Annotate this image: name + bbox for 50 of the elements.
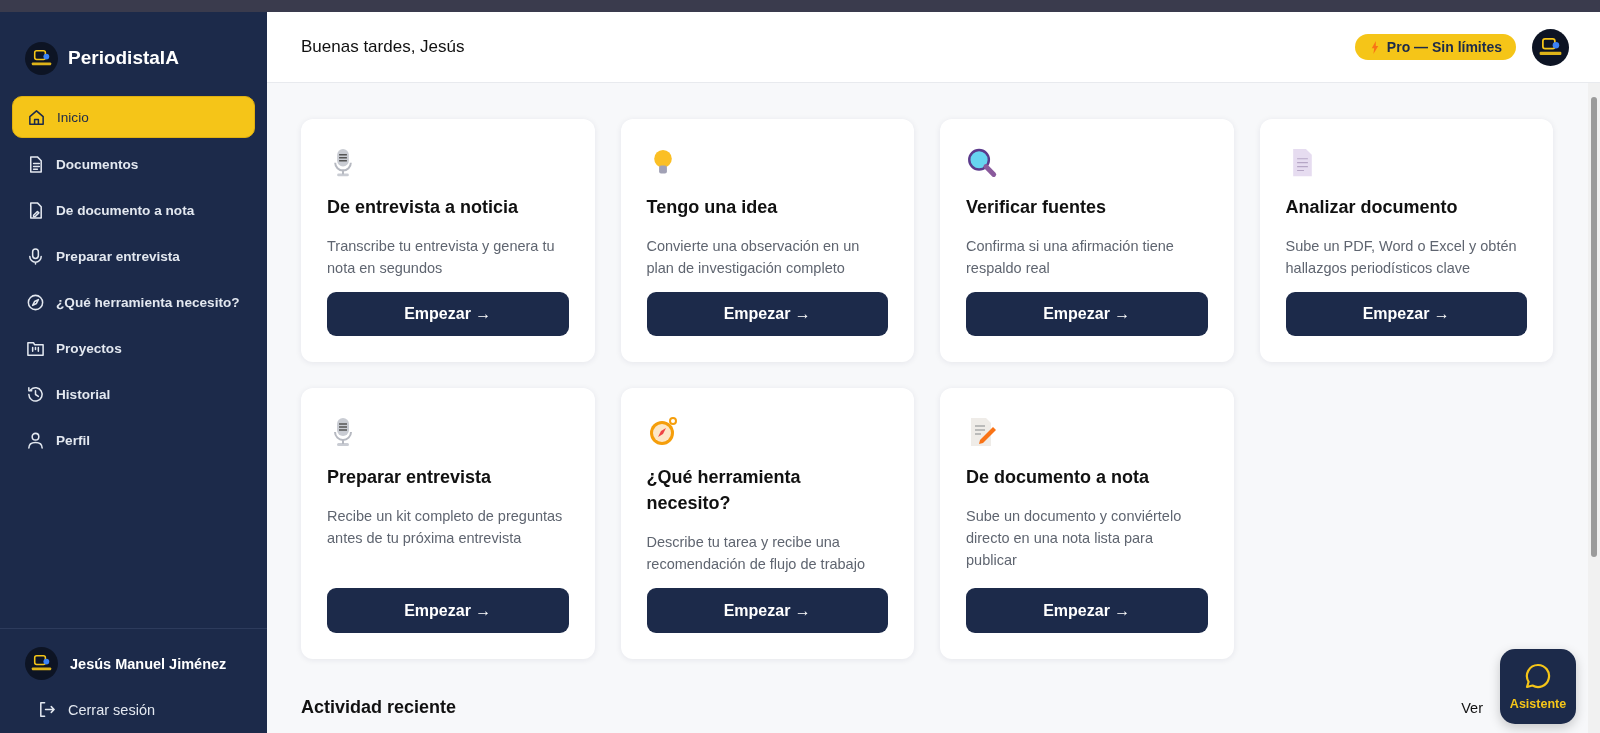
microphone-icon bbox=[26, 246, 45, 266]
start-button[interactable]: Empezar → bbox=[327, 588, 569, 633]
nav-item[interactable]: De documento a nota bbox=[12, 190, 255, 230]
card-description: Sube un PDF, Word o Excel y obtén hallazgos periodísticos clave bbox=[1285, 237, 1518, 279]
assistant-button[interactable]: Asistente bbox=[1500, 649, 1576, 724]
card-description: Describe tu tarea y recibe una recomendación de flujo de trabajo bbox=[646, 533, 866, 574]
start-button[interactable]: Empezar → bbox=[966, 588, 1208, 633]
card-description: Sube un documento y conviértelo directo en una nota lista para publicar bbox=[966, 507, 1183, 570]
user-name: Jesús Manuel Jiménez bbox=[70, 655, 227, 672]
history-icon bbox=[26, 384, 45, 404]
card-title: Tengo una idea bbox=[646, 196, 779, 220]
start-button[interactable]: Empezar → bbox=[646, 291, 888, 336]
nav-item[interactable]: Historial bbox=[12, 374, 255, 414]
chat-bubble-icon bbox=[1525, 662, 1551, 689]
logout-icon bbox=[37, 700, 56, 719]
nav-item[interactable]: Inicio bbox=[12, 96, 255, 138]
logo-icon bbox=[25, 41, 58, 75]
section-title: Actividad reciente bbox=[301, 697, 457, 718]
lightning-icon bbox=[1370, 40, 1379, 54]
greeting: Buenas tardes, Jesús bbox=[301, 37, 465, 57]
see-all-link[interactable]: Ver bbox=[1461, 699, 1483, 716]
start-button[interactable]: Empezar → bbox=[966, 291, 1208, 336]
nav-item[interactable]: ¿Qué herramienta necesito? bbox=[12, 282, 255, 322]
card-description: Confirma si una afirmación tiene respaldo real bbox=[966, 237, 1175, 279]
start-button[interactable]: Empezar → bbox=[1285, 291, 1527, 336]
logout-link[interactable]: Cerrar sesión bbox=[37, 700, 156, 719]
card-title: Analizar documento bbox=[1285, 196, 1459, 220]
avatar-icon bbox=[25, 647, 58, 680]
start-button[interactable]: Empezar → bbox=[646, 588, 888, 633]
nav-item[interactable]: Proyectos bbox=[12, 328, 255, 368]
scrollbar[interactable] bbox=[1588, 83, 1600, 733]
card-description: Transcribe tu entrevista y genera tu nota en segundos bbox=[327, 237, 556, 279]
card-title: Verificar fuentes bbox=[966, 196, 1108, 220]
avatar-icon[interactable] bbox=[1532, 28, 1569, 66]
nav-item[interactable]: Perfil bbox=[12, 420, 255, 460]
plan-badge[interactable]: Pro — Sin límites bbox=[1354, 34, 1516, 60]
card-title: Preparar entrevista bbox=[327, 466, 493, 489]
nav-item[interactable]: Documentos bbox=[12, 144, 255, 184]
user-icon bbox=[26, 430, 45, 450]
magnifier-icon bbox=[966, 147, 998, 179]
card-description: Recibe un kit completo de preguntas antes de tu próxima entrevista bbox=[327, 507, 564, 548]
brand-name: PeriodistaIA bbox=[68, 47, 179, 69]
start-button[interactable]: Empezar → bbox=[327, 291, 569, 336]
card-title: De documento a nota bbox=[966, 466, 1150, 489]
card-title: De entrevista a noticia bbox=[327, 196, 520, 220]
compass-icon bbox=[26, 292, 45, 312]
home-icon bbox=[27, 107, 46, 127]
nav-item[interactable]: Preparar entrevista bbox=[12, 236, 255, 276]
card-title: ¿Qué herramienta necesito? bbox=[646, 466, 802, 516]
card-description: Convierte una observación en un plan de investigación completo bbox=[646, 237, 861, 279]
